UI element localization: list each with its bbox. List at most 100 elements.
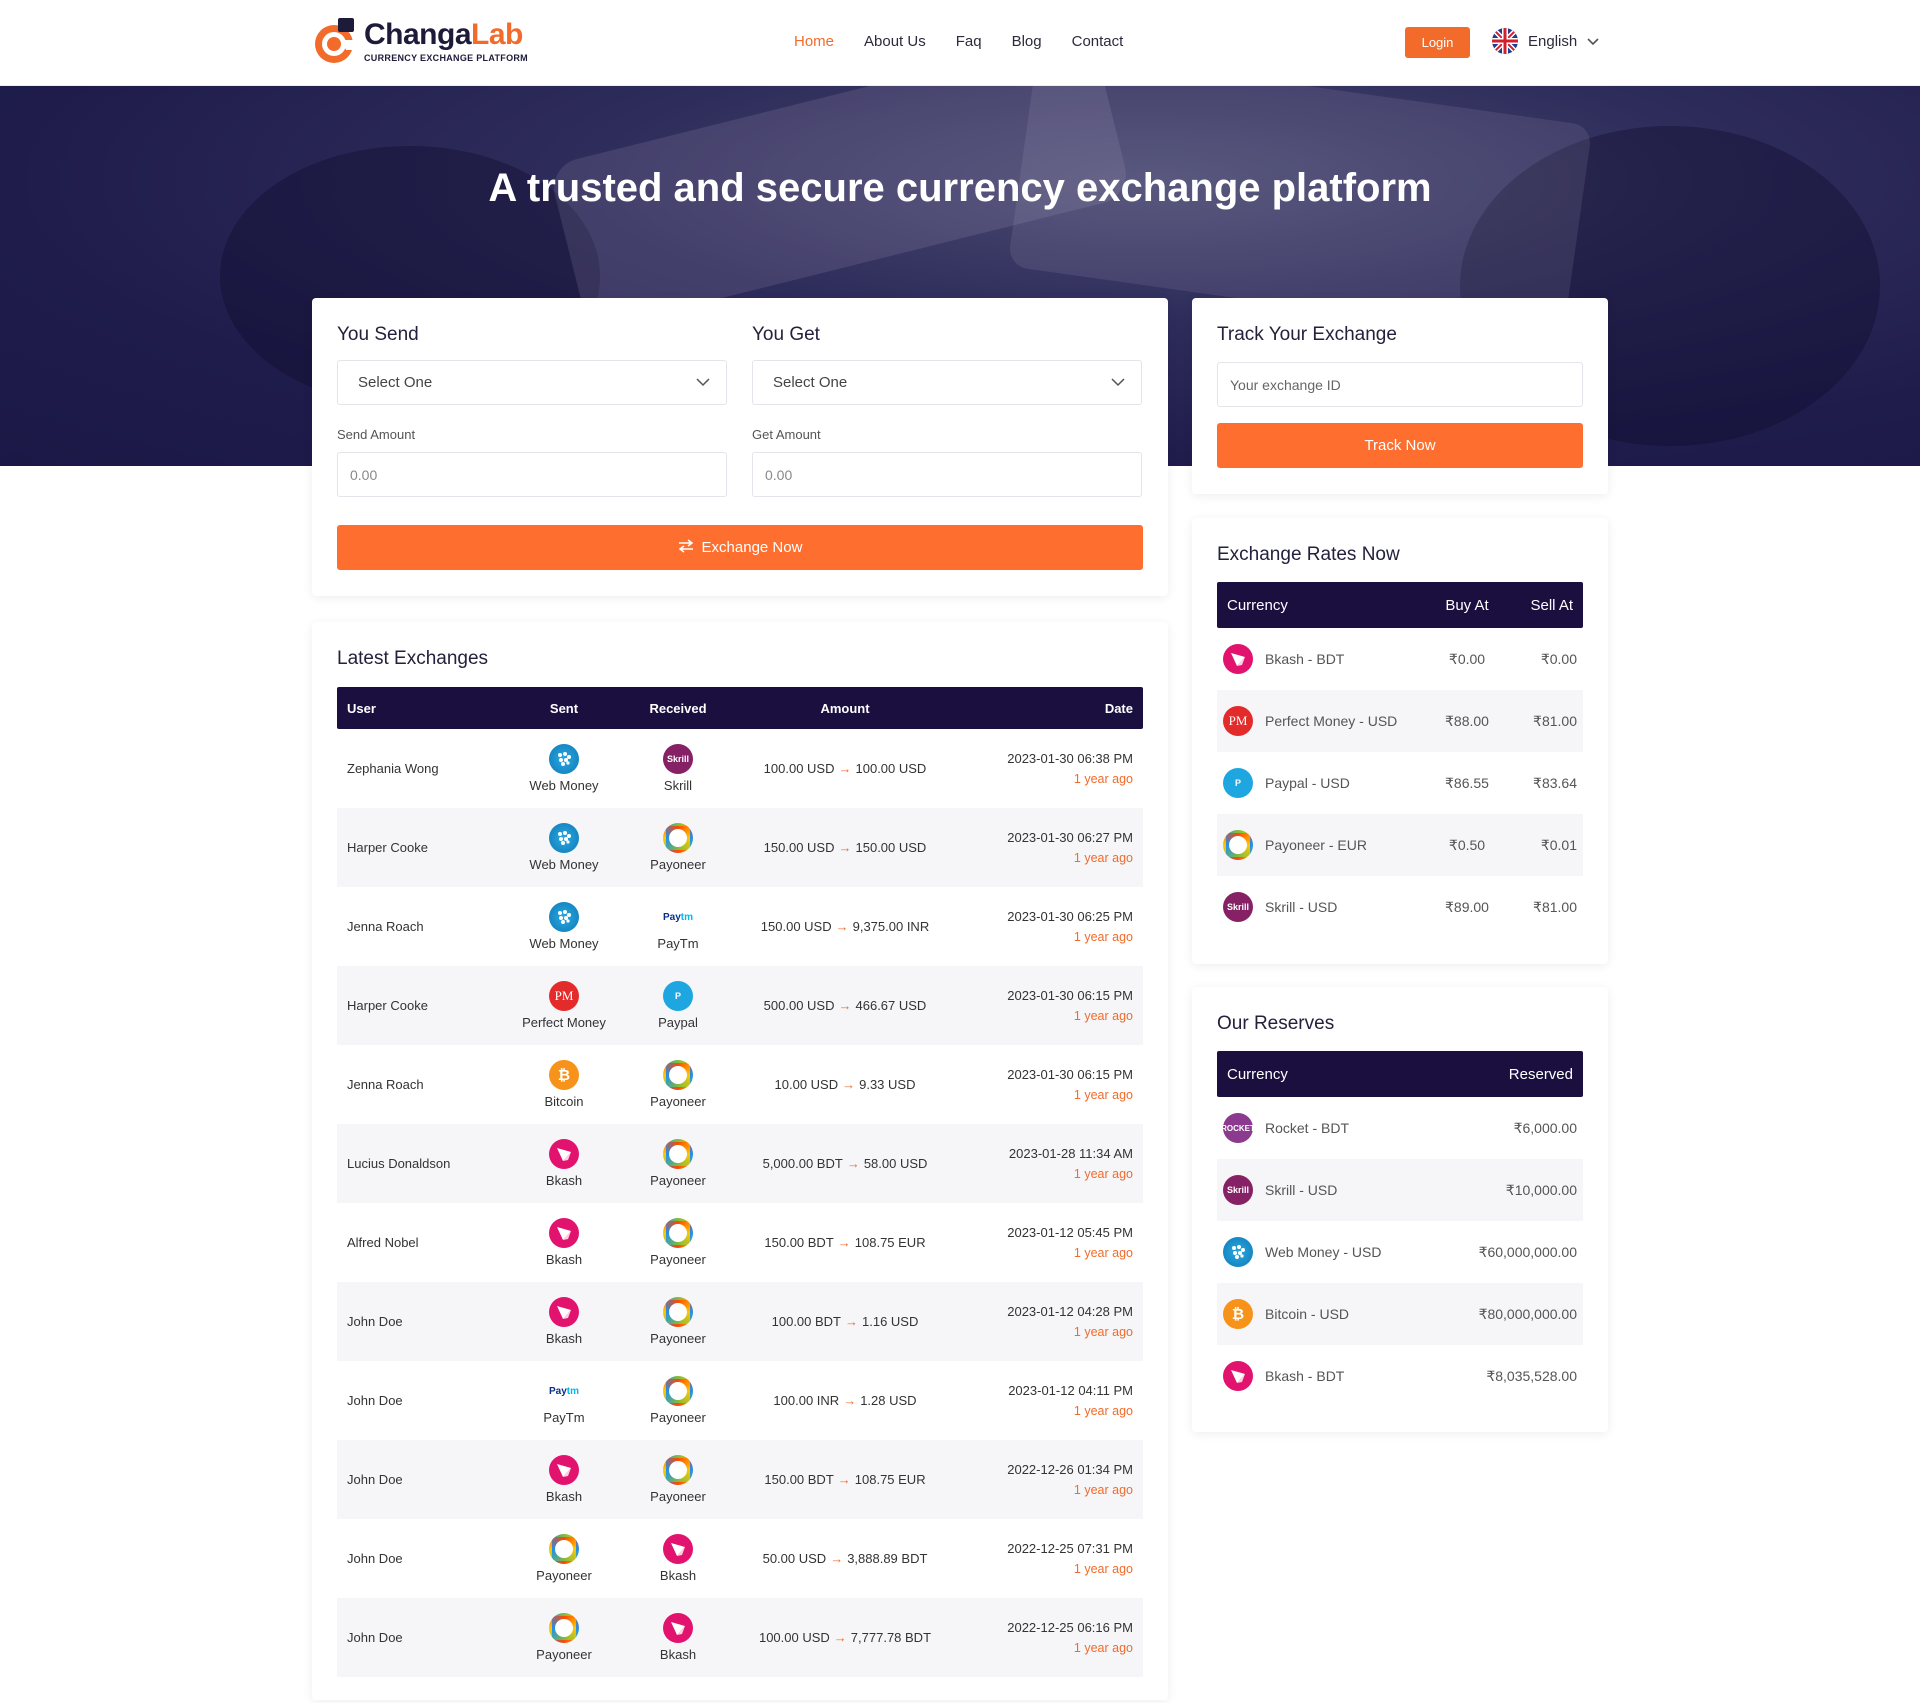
rate-currency: Bkash - BDT [1265,651,1345,667]
arrow-right-icon: → [838,761,852,776]
perfect-money-icon: PM [1223,706,1253,736]
login-button[interactable]: Login [1405,27,1470,58]
nav-about[interactable]: About Us [864,33,926,50]
rate-currency: Perfect Money - USD [1265,713,1398,729]
row-user: Alfred Nobel [347,1235,419,1250]
payoneer-icon [663,1455,693,1485]
row-ago: 1 year ago [1073,1404,1133,1418]
table-row: John Doe Bkash Payoneer 100.00 BDT → 1.16 USD… [337,1282,1143,1361]
uk-flag-icon [1492,28,1518,54]
nav-home[interactable]: Home [794,33,834,50]
row-sent: Bkash [545,1252,583,1267]
latest-exchanges-table: User Sent Received Amount Date Zephania … [337,687,1143,1677]
logo[interactable]: ChangaLab CURRENCY EXCHANGE PLATFORM [312,16,528,66]
exchange-id-input[interactable]: Your exchange ID [1217,362,1583,407]
row-amount-to: 7,777.78 BDT [850,1630,932,1645]
table-row: Harper Cooke Web Money Payoneer 150.00 USD →… [337,808,1143,887]
webmoney-icon [549,902,579,932]
language-selector[interactable]: English [1492,28,1599,54]
bkash-icon [549,1455,579,1485]
reserves-row: ₿ Bitcoin - USD ₹80,000,000.00 [1217,1283,1583,1345]
row-amount-to: 108.75 EUR [854,1235,926,1250]
rates-table-header: Currency Buy At Sell At [1217,582,1583,628]
reserve-currency: Skrill - USD [1265,1182,1338,1198]
table-row: Lucius Donaldson Bkash Payoneer 5,000.00 BD… [337,1124,1143,1203]
track-title: Track Your Exchange [1217,324,1397,345]
row-ago: 1 year ago [1073,1167,1133,1181]
row-received: Payoneer [650,1094,706,1109]
latest-table-header: User Sent Received Amount Date [337,687,1143,729]
row-ago: 1 year ago [1073,1325,1133,1339]
webmoney-icon [549,744,579,774]
rates-row: Payoneer - EUR ₹0.50 ₹0.01 [1217,814,1583,876]
row-sent: PayTm [543,1410,585,1425]
bkash-icon [549,1139,579,1169]
payoneer-icon [663,1139,693,1169]
rates-row: PM Perfect Money - USD ₹88.00 ₹81.00 [1217,690,1583,752]
header-date: Date [1104,700,1133,716]
exchange-now-button[interactable]: Exchange Now [337,525,1143,570]
row-received: Bkash [659,1647,697,1662]
payoneer-icon [549,1613,579,1643]
exchange-rates-card: Exchange Rates Now Currency Buy At Sell … [1192,518,1608,964]
reserves-title: Our Reserves [1217,1013,1335,1034]
row-date: 2023-01-12 05:45 PM [1007,1225,1133,1240]
send-select-value: Select One [358,374,433,391]
logo-name-primary: Changa [364,17,472,51]
nav-faq[interactable]: Faq [956,33,982,50]
rates-row: Skrill Skrill - USD ₹89.00 ₹81.00 [1217,876,1583,938]
send-amount-placeholder: 0.00 [350,466,378,483]
nav-blog[interactable]: Blog [1012,33,1042,50]
row-amount-to: 150.00 USD [855,840,927,855]
send-amount-input[interactable]: 0.00 [337,452,727,497]
row-user: Zephania Wong [347,761,439,776]
hero-title: A trusted and secure currency exchange p… [488,166,1432,210]
row-received: Payoneer [650,1489,706,1504]
track-now-button[interactable]: Track Now [1217,423,1583,468]
arrow-right-icon: → [842,1077,856,1092]
row-amount-to: 58.00 USD [863,1156,928,1171]
row-received: Payoneer [650,857,706,872]
row-date: 2023-01-30 06:15 PM [1007,988,1133,1003]
paypal-icon: P [1223,768,1253,798]
get-amount-input[interactable]: 0.00 [752,452,1142,497]
nav-contact[interactable]: Contact [1072,33,1124,50]
row-user: John Doe [347,1393,403,1408]
row-received: Skrill [663,778,693,793]
arrow-right-icon: → [833,1630,847,1645]
row-date: 2022-12-26 01:34 PM [1007,1462,1133,1477]
send-currency-select[interactable]: Select One [337,360,727,405]
row-received: Payoneer [650,1410,706,1425]
reserves-header-currency: Currency [1227,1065,1288,1083]
latest-exchanges-card: Latest Exchanges User Sent Received Amou… [312,622,1168,1700]
row-sent: Payoneer [536,1647,592,1662]
row-amount-from: 10.00 USD [774,1077,839,1092]
bitcoin-icon: ₿ [1223,1299,1253,1329]
rocket-icon: ROCKET [1221,1113,1255,1143]
paytm-icon: Pay tm [549,1376,579,1406]
row-ago: 1 year ago [1073,1641,1133,1655]
row-date: 2023-01-30 06:27 PM [1007,830,1133,845]
row-amount-to: 1.28 USD [860,1393,917,1408]
row-sent: Web Money [529,778,599,793]
exchange-now-label: Exchange Now [701,539,803,556]
exchange-form-card: You Send Select One Send Amount 0.00 You… [312,298,1168,596]
webmoney-icon [1223,1237,1253,1267]
reserves-row: Web Money - USD ₹60,000,000.00 [1217,1221,1583,1283]
row-received: Payoneer [650,1252,706,1267]
get-currency-select[interactable]: Select One [752,360,1142,405]
bkash-icon [1223,1361,1253,1391]
row-amount-from: 100.00 BDT [771,1314,841,1329]
skrill-icon: Skrill [1223,892,1253,922]
payoneer-icon [1223,830,1253,860]
row-sent: Web Money [529,857,599,872]
arrow-right-icon: → [838,840,852,855]
bkash-icon [663,1613,693,1643]
reserves-row: ROCKET Rocket - BDT ₹6,000.00 [1217,1097,1583,1159]
rates-header-sell: Sell At [1530,596,1573,614]
row-sent: Bitcoin [544,1094,584,1109]
perfect-money-icon: PM [549,981,579,1011]
row-user: Jenna Roach [347,1077,424,1092]
arrow-right-icon: → [837,1235,851,1250]
row-amount-from: 150.00 USD [760,919,832,934]
